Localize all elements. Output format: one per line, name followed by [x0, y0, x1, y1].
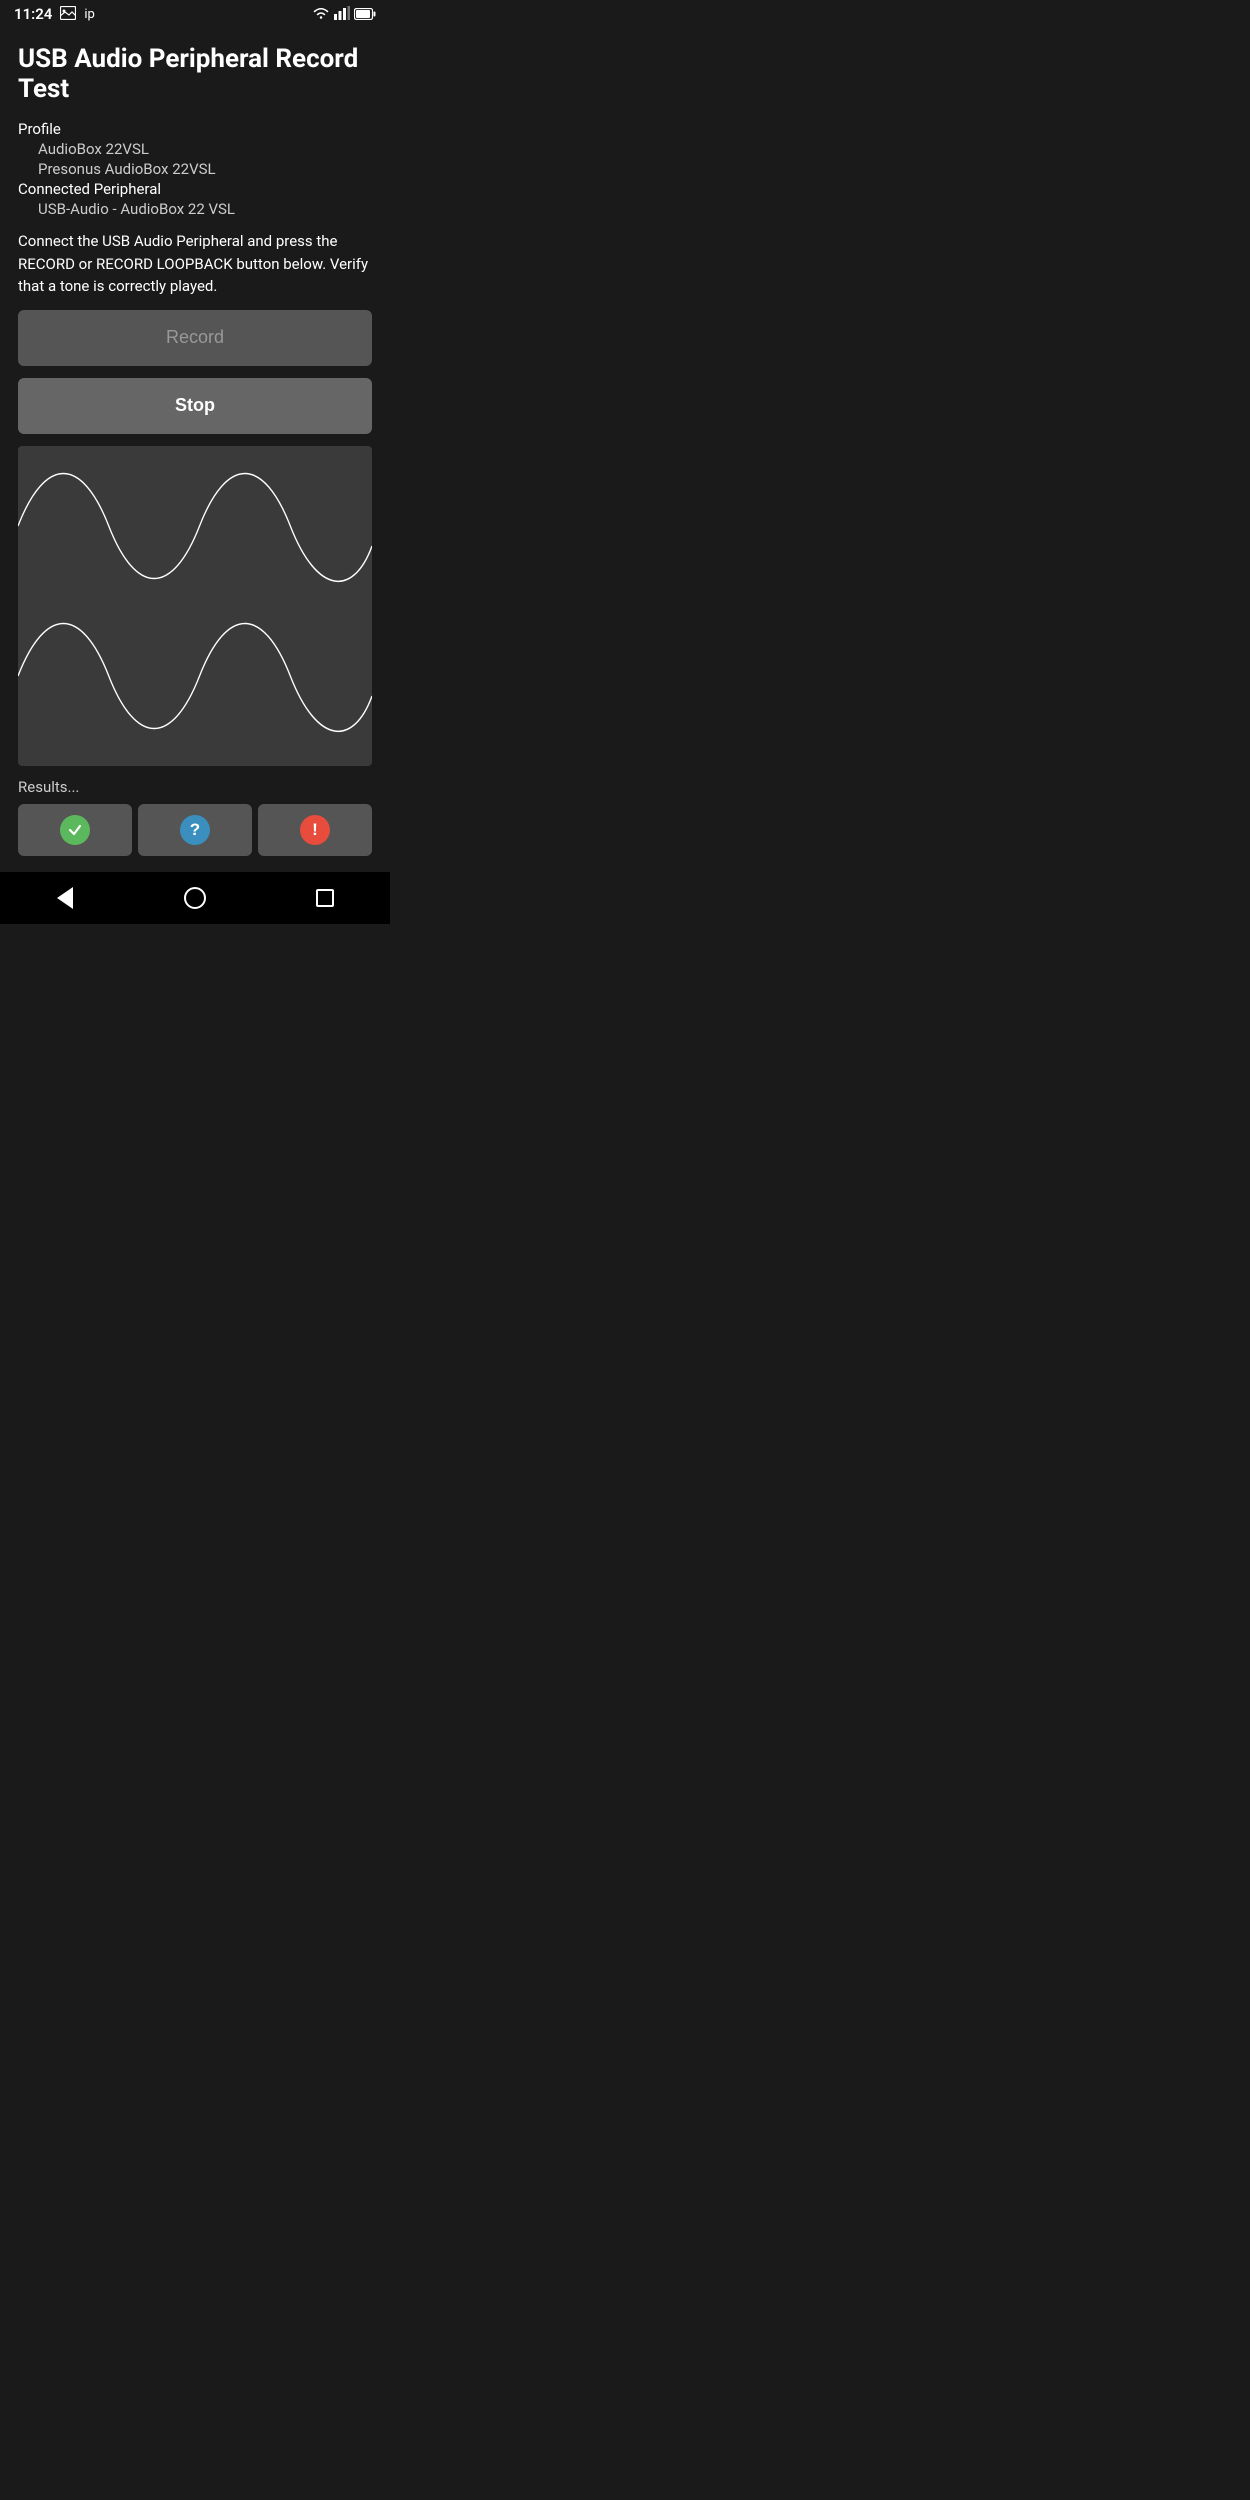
status-left: 11:24 ip [14, 5, 95, 24]
check-icon [60, 815, 90, 845]
stop-button[interactable]: Stop [18, 378, 372, 434]
page-title: USB Audio Peripheral Record Test [18, 44, 372, 104]
recent-icon [316, 889, 334, 907]
results-section: Results... ? ! [18, 778, 372, 856]
result-question-button[interactable]: ? [138, 804, 252, 856]
profile-line2: Presonus AudioBox 22VSL [18, 160, 372, 178]
question-icon: ? [180, 815, 210, 845]
connected-peripheral-value: USB-Audio - AudioBox 22 VSL [18, 200, 372, 218]
exclamation-icon: ! [300, 815, 330, 845]
waveform-display [18, 446, 372, 766]
nav-home-button[interactable] [171, 874, 219, 922]
wifi-icon [312, 5, 330, 24]
profile-line1: AudioBox 22VSL [18, 140, 372, 158]
stop-button-label: Stop [175, 395, 215, 416]
nav-bar [0, 872, 390, 924]
signal-icon [334, 5, 350, 24]
result-exclaim-button[interactable]: ! [258, 804, 372, 856]
ip-label: ip [84, 7, 94, 22]
connected-peripheral-label: Connected Peripheral [18, 180, 372, 198]
back-icon [57, 887, 73, 909]
main-content: USB Audio Peripheral Record Test Profile… [0, 28, 390, 872]
record-button-label: Record [166, 327, 224, 348]
nav-recent-button[interactable] [301, 874, 349, 922]
instruction-text: Connect the USB Audio Peripheral and pre… [18, 230, 372, 298]
status-bar: 11:24 ip [0, 0, 390, 28]
results-buttons: ? ! [18, 804, 372, 856]
results-label: Results... [18, 778, 372, 796]
result-check-button[interactable] [18, 804, 132, 856]
battery-icon [354, 5, 376, 24]
image-icon [60, 5, 76, 24]
home-icon [184, 887, 206, 909]
profile-label: Profile [18, 120, 372, 138]
profile-section: Profile AudioBox 22VSL Presonus AudioBox… [18, 120, 372, 218]
status-time: 11:24 [14, 5, 52, 23]
status-right-icons [312, 5, 376, 24]
record-button[interactable]: Record [18, 310, 372, 366]
nav-back-button[interactable] [41, 874, 89, 922]
